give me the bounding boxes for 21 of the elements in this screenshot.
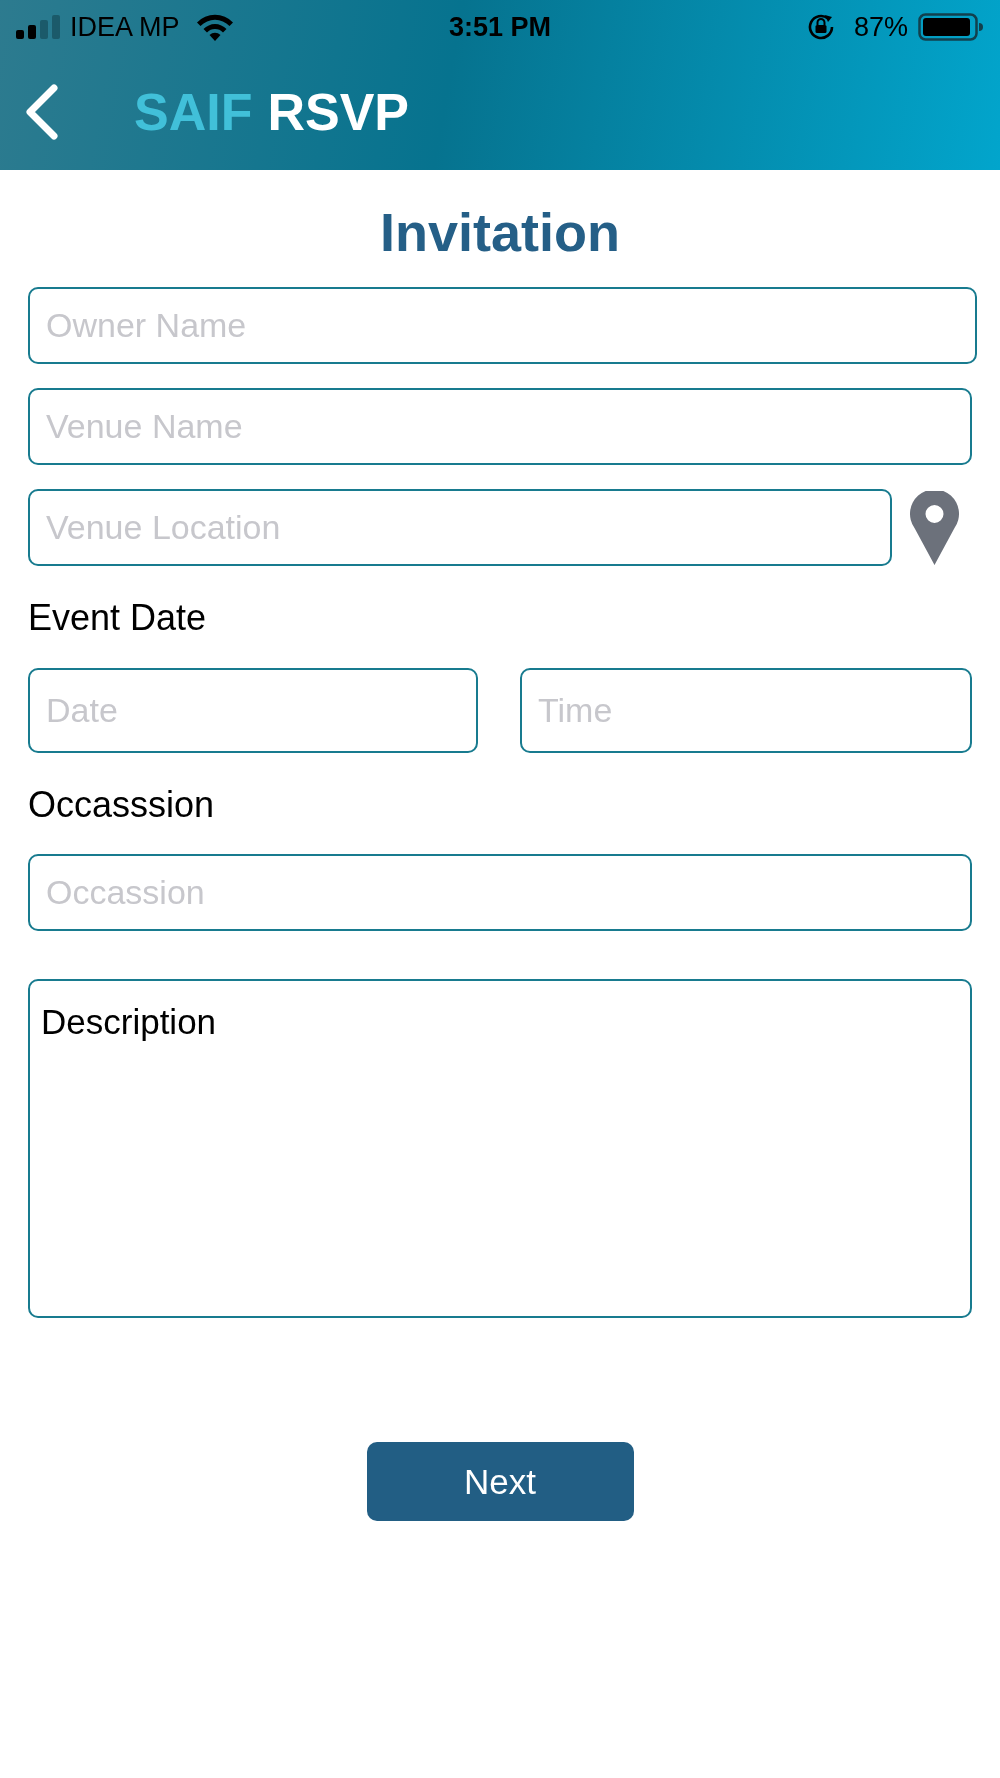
app-brand: SAIF: [134, 82, 253, 142]
time-field[interactable]: Time: [520, 668, 972, 753]
battery-percent: 87%: [853, 11, 908, 43]
description-field[interactable]: Description: [28, 979, 972, 1318]
owner-name-field[interactable]: Owner Name: [28, 287, 977, 364]
back-chevron-icon: [25, 84, 59, 140]
occasion-field[interactable]: Occassion: [28, 854, 972, 931]
clock-time: 3:51 PM: [448, 11, 551, 43]
venue-name-field[interactable]: Venue Name: [28, 388, 972, 465]
page-heading: Invitation: [380, 201, 620, 263]
next-button[interactable]: Next: [366, 1442, 634, 1521]
event-date-label: Event Date: [28, 597, 208, 639]
map-pin-icon[interactable]: [910, 490, 959, 565]
signal-icon: [16, 15, 61, 39]
wifi-icon: [195, 13, 234, 41]
occasion-label: Occasssion: [28, 784, 216, 826]
carrier-name: IDEA MP: [70, 11, 180, 43]
date-field[interactable]: Date: [28, 668, 478, 753]
venue-location-field[interactable]: Venue Location: [28, 489, 892, 566]
app-title: RSVP: [267, 82, 410, 142]
battery-icon: [918, 13, 984, 41]
